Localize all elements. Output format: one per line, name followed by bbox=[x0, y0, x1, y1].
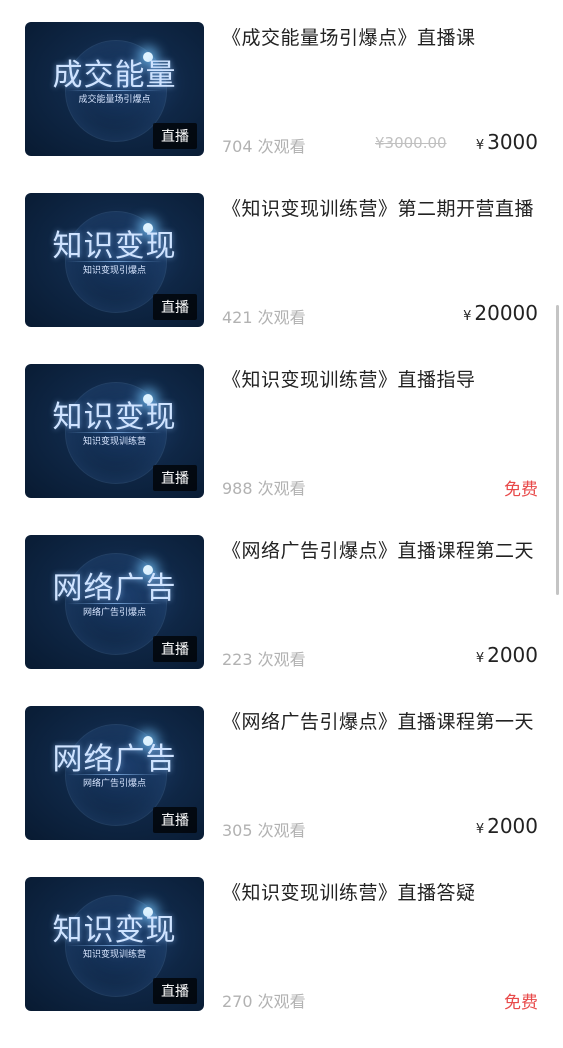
thumbnail-divider bbox=[67, 603, 162, 604]
live-badge: 直播 bbox=[153, 807, 197, 833]
view-count: 988 次观看 bbox=[222, 479, 306, 498]
thumbnail-title-art: 成交能量 bbox=[52, 58, 177, 93]
currency-symbol: ¥ bbox=[475, 822, 485, 837]
live-badge: 直播 bbox=[153, 465, 197, 491]
course-title[interactable]: 《知识变现训练营》直播指导 bbox=[222, 365, 542, 395]
thumbnail-subtitle: 知识变现引爆点 bbox=[82, 266, 146, 276]
currency-symbol: ¥ bbox=[475, 651, 485, 666]
course-card[interactable]: 知识变现 知识变现引爆点 直播 《知识变现训练营》第二期开营直播 421 次观看… bbox=[0, 193, 563, 364]
course-title[interactable]: 《成交能量场引爆点》直播课 bbox=[222, 23, 542, 53]
course-thumbnail[interactable]: 成交能量 成交能量场引爆点 直播 bbox=[25, 22, 204, 156]
thumbnail-subtitle: 网络广告引爆点 bbox=[82, 608, 146, 618]
thumbnail-divider bbox=[67, 945, 162, 946]
currency-symbol: ¥ bbox=[463, 309, 472, 324]
live-badge: 直播 bbox=[153, 123, 197, 149]
course-thumbnail[interactable]: 知识变现 知识变现训练营 直播 bbox=[25, 364, 204, 498]
view-count: 704 次观看 bbox=[222, 137, 306, 156]
course-price: ¥3000 bbox=[476, 130, 538, 154]
thumbnail-subtitle: 知识变现训练营 bbox=[82, 437, 146, 447]
vertical-scrollbar[interactable] bbox=[556, 305, 559, 595]
thumbnail-divider bbox=[67, 432, 162, 433]
thumbnail-subtitle: 网络广告引爆点 bbox=[82, 779, 146, 789]
live-badge: 直播 bbox=[153, 636, 197, 662]
thumbnail-divider bbox=[67, 774, 162, 775]
course-card[interactable]: 知识变现 知识变现训练营 直播 《知识变现训练营》直播指导 988 次观看 免费 bbox=[0, 364, 563, 535]
course-price: ¥20000 bbox=[463, 301, 538, 325]
price-value: 3000 bbox=[487, 130, 538, 154]
course-card[interactable]: 知识变现 知识变现训练营 直播 《知识变现训练营》直播答疑 270 次观看 免费 bbox=[0, 877, 563, 1048]
course-card[interactable]: 网络广告 网络广告引爆点 直播 《网络广告引爆点》直播课程第二天 223 次观看… bbox=[0, 535, 563, 706]
view-count: 223 次观看 bbox=[222, 650, 306, 669]
thumbnail-title-art: 网络广告 bbox=[52, 742, 177, 777]
thumbnail-divider bbox=[67, 261, 162, 262]
course-price-free: 免费 bbox=[504, 993, 538, 1013]
course-card[interactable]: 成交能量 成交能量场引爆点 直播 《成交能量场引爆点》直播课 704 次观看 ¥… bbox=[0, 22, 563, 193]
course-price: ¥2000 bbox=[476, 814, 538, 838]
course-thumbnail[interactable]: 知识变现 知识变现引爆点 直播 bbox=[25, 193, 204, 327]
price-value: 20000 bbox=[474, 301, 538, 325]
live-badge: 直播 bbox=[153, 294, 197, 320]
currency-symbol: ¥ bbox=[475, 138, 485, 153]
view-count: 421 次观看 bbox=[222, 308, 306, 327]
course-price: ¥2000 bbox=[476, 643, 538, 667]
price-value: 2000 bbox=[487, 643, 538, 667]
price-value: 2000 bbox=[487, 814, 538, 838]
thumbnail-divider bbox=[67, 90, 162, 91]
original-price: ¥3000.00 bbox=[375, 134, 447, 152]
view-count: 305 次观看 bbox=[222, 821, 306, 840]
thumbnail-title-art: 知识变现 bbox=[52, 913, 177, 948]
live-badge: 直播 bbox=[153, 978, 197, 1004]
course-list: 成交能量 成交能量场引爆点 直播 《成交能量场引爆点》直播课 704 次观看 ¥… bbox=[0, 0, 563, 1024]
course-thumbnail[interactable]: 网络广告 网络广告引爆点 直播 bbox=[25, 535, 204, 669]
course-title[interactable]: 《知识变现训练营》第二期开营直播 bbox=[222, 194, 542, 224]
course-card[interactable]: 网络广告 网络广告引爆点 直播 《网络广告引爆点》直播课程第一天 305 次观看… bbox=[0, 706, 563, 877]
course-thumbnail[interactable]: 知识变现 知识变现训练营 直播 bbox=[25, 877, 204, 1011]
course-title[interactable]: 《网络广告引爆点》直播课程第二天 bbox=[222, 536, 542, 566]
thumbnail-subtitle: 成交能量场引爆点 bbox=[78, 95, 151, 105]
thumbnail-subtitle: 知识变现训练营 bbox=[82, 950, 146, 960]
view-count: 270 次观看 bbox=[222, 992, 306, 1011]
thumbnail-title-art: 知识变现 bbox=[52, 400, 177, 435]
course-title[interactable]: 《知识变现训练营》直播答疑 bbox=[222, 878, 542, 908]
course-price-free: 免费 bbox=[504, 480, 538, 500]
course-title[interactable]: 《网络广告引爆点》直播课程第一天 bbox=[222, 707, 542, 737]
thumbnail-title-art: 知识变现 bbox=[52, 229, 177, 264]
thumbnail-title-art: 网络广告 bbox=[52, 571, 177, 606]
course-thumbnail[interactable]: 网络广告 网络广告引爆点 直播 bbox=[25, 706, 204, 840]
